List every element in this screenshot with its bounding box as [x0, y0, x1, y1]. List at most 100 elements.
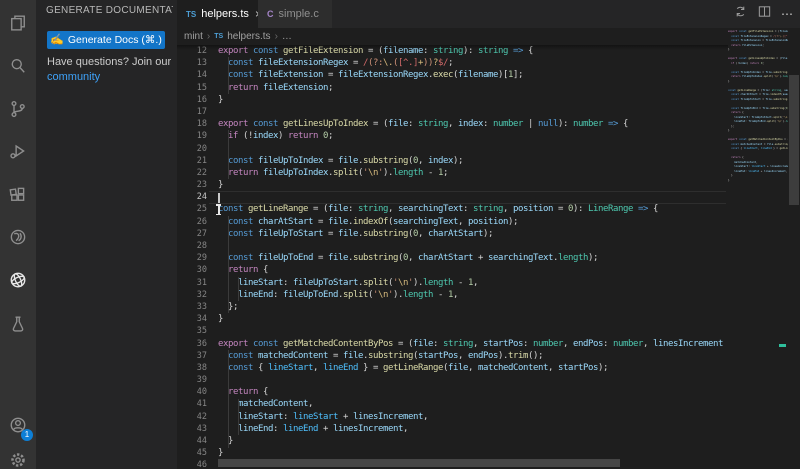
- line-number: 40: [177, 386, 207, 398]
- run-debug-icon[interactable]: [0, 133, 36, 169]
- code-line: 42 lineStart: lineStart + linesIncrement…: [177, 411, 728, 423]
- typescript-file-icon: TS: [186, 10, 196, 19]
- code-line: 18export const getLinesUpToIndex = (file…: [177, 118, 728, 130]
- code-line: 14 const fileExtension = fileExtensionRe…: [177, 69, 728, 81]
- code-line: 28: [177, 240, 728, 252]
- line-number: 41: [177, 398, 207, 410]
- line-number: 12: [177, 45, 207, 57]
- vertical-scrollbar[interactable]: [789, 75, 799, 205]
- code-line: 36export const getMatchedContentByPos = …: [177, 338, 728, 350]
- indent-guide: [228, 216, 229, 314]
- line-number: 34: [177, 313, 207, 325]
- extensions-icon[interactable]: [0, 177, 36, 213]
- doc-writer-icon[interactable]: [0, 262, 36, 298]
- line-number: 42: [177, 411, 207, 423]
- line-number: 17: [177, 106, 207, 118]
- indent-guide: [228, 350, 229, 448]
- line-number: 43: [177, 423, 207, 435]
- community-link[interactable]: community: [47, 71, 100, 83]
- code-lines: 12export const getFileExtension = (filen…: [177, 45, 728, 469]
- source-control-icon[interactable]: [0, 91, 36, 127]
- code-line: 20: [177, 143, 728, 155]
- explorer-icon[interactable]: [0, 5, 36, 41]
- sidebar-panel: GENERATE DOCUMENTATION (... ✍ Generate D…: [36, 0, 177, 469]
- line-number: 23: [177, 179, 207, 191]
- tab-label: helpers.ts: [201, 8, 249, 20]
- chevron-right-icon: ›: [275, 31, 278, 42]
- search-icon[interactable]: [0, 48, 36, 84]
- code-line: 35: [177, 325, 728, 337]
- minimap-marker: [779, 344, 786, 347]
- open-changes-icon[interactable]: [733, 4, 748, 24]
- mouse-ibeam-pointer: [215, 204, 222, 215]
- breadcrumb-folder[interactable]: mint: [184, 31, 203, 42]
- activity-bar: 1: [0, 0, 36, 469]
- code-line: 29 const fileUpToEnd = file.substring(0,…: [177, 252, 728, 264]
- line-number: 44: [177, 435, 207, 447]
- code-line: 44 }: [177, 435, 728, 447]
- more-actions-icon[interactable]: ⋯: [781, 7, 794, 21]
- line-number: 15: [177, 82, 207, 94]
- tab-simple-c[interactable]: C simple.c: [258, 0, 332, 28]
- accounts-badge: 1: [21, 429, 33, 441]
- line-number: 22: [177, 167, 207, 179]
- code-line: 40 return {: [177, 386, 728, 398]
- code-line: 25const getLineRange = (file: string, se…: [177, 203, 728, 215]
- code-line: 30 return {: [177, 264, 728, 276]
- current-line-highlight: [209, 191, 726, 203]
- line-number: 32: [177, 289, 207, 301]
- minimap-line: lineEnd: lineEnd + linesIncrement,: [728, 170, 788, 175]
- code-line: 41 matchedContent,: [177, 398, 728, 410]
- breadcrumb[interactable]: mint › TS helpers.ts › …: [177, 28, 728, 45]
- code-line: 12export const getFileExtension = (filen…: [177, 45, 728, 57]
- line-number: 19: [177, 130, 207, 142]
- tab-helpers-ts[interactable]: TS helpers.ts ×: [177, 0, 258, 28]
- code-line: 45}: [177, 447, 728, 459]
- line-number: 45: [177, 447, 207, 459]
- text-cursor: [218, 193, 220, 204]
- split-editor-icon[interactable]: [757, 4, 772, 24]
- code-line: 23}: [177, 179, 728, 191]
- testing-icon[interactable]: [0, 306, 36, 342]
- line-number: 26: [177, 216, 207, 228]
- code-line: 34}: [177, 313, 728, 325]
- code-line: 31 lineStart: fileUpToStart.split('\n').…: [177, 277, 728, 289]
- code-line: 27 const fileUpToStart = file.substring(…: [177, 228, 728, 240]
- indent-guide: [228, 130, 229, 179]
- code-line: 17: [177, 106, 728, 118]
- code-line: 33 };: [177, 301, 728, 313]
- accounts-icon[interactable]: 1: [0, 407, 36, 443]
- line-number: 37: [177, 350, 207, 362]
- code-line: 21 const fileUpToIndex = file.substring(…: [177, 155, 728, 167]
- code-line: 43 lineEnd: lineEnd + linesIncrement,: [177, 423, 728, 435]
- line-number: 16: [177, 94, 207, 106]
- horizontal-scrollbar[interactable]: [218, 459, 620, 467]
- code-editor[interactable]: 12export const getFileExtension = (filen…: [177, 45, 728, 469]
- tab-bar: TS helpers.ts × C simple.c ⋯: [177, 0, 800, 28]
- generate-docs-label: Generate Docs (⌘.): [68, 34, 162, 46]
- code-line: 22 return fileUpToIndex.split('\n').leng…: [177, 167, 728, 179]
- minimap-line: const fileUpToStart = file.substring(0, …: [728, 98, 788, 103]
- extension-circle-icon[interactable]: [0, 219, 36, 255]
- breadcrumb-more[interactable]: …: [282, 31, 292, 42]
- breadcrumb-file[interactable]: helpers.ts: [227, 31, 270, 42]
- chevron-right-icon: ›: [207, 31, 210, 42]
- typescript-mini-icon: TS: [214, 33, 223, 40]
- line-number: 30: [177, 264, 207, 276]
- editor-actions: ⋯: [733, 0, 794, 28]
- minimap[interactable]: export const getFileExtension = (filenam…: [728, 30, 788, 460]
- code-line: 26 const charAtStart = file.indexOf(sear…: [177, 216, 728, 228]
- settings-gear-icon[interactable]: [0, 442, 36, 469]
- line-number: 20: [177, 143, 207, 155]
- minimap-line: const { lineStart, lineEnd } = getLineRa…: [728, 147, 788, 152]
- line-number: 29: [177, 252, 207, 264]
- writing-hand-icon: ✍: [50, 35, 64, 46]
- minimap-line: return fileUpToIndex.split('\n').length …: [728, 75, 788, 80]
- line-number: 35: [177, 325, 207, 337]
- line-number: 46: [177, 459, 207, 469]
- line-number: 18: [177, 118, 207, 130]
- line-number: 14: [177, 69, 207, 81]
- line-number: 36: [177, 338, 207, 350]
- line-number: 39: [177, 374, 207, 386]
- generate-docs-button[interactable]: ✍ Generate Docs (⌘.): [47, 31, 165, 49]
